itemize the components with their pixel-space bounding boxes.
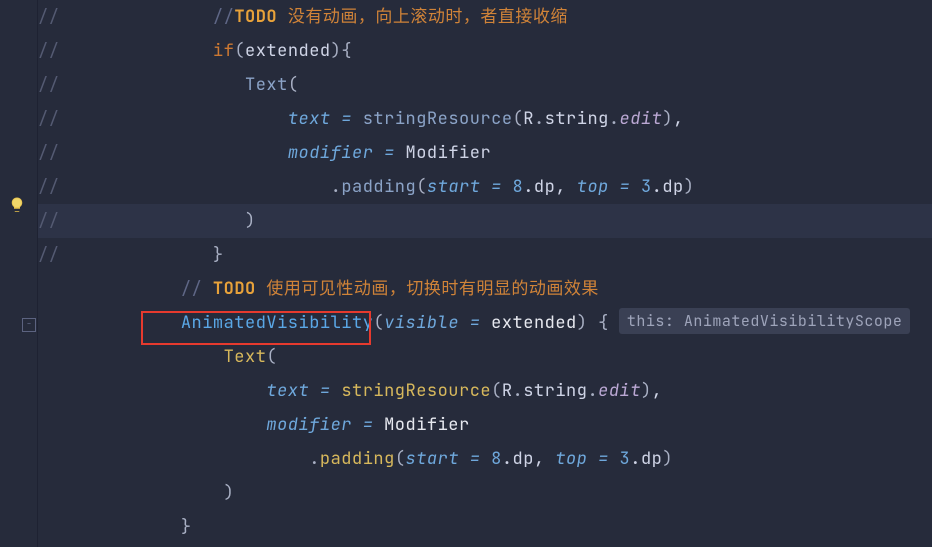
code-line: // //TODO 没有动画，向上滚动时，者直接收缩 <box>38 0 932 34</box>
code-editor[interactable]: − // //TODO 没有动画，向上滚动时，者直接收缩 // if(exten… <box>0 0 932 547</box>
code-line: AnimatedVisibility(visible = extended) {… <box>38 306 932 340</box>
code-line: // TODO 使用可见性动画，切换时有明显的动画效果 <box>38 272 932 306</box>
code-line: .padding(start = 8.dp, top = 3.dp) <box>38 442 932 476</box>
inlay-hint: this: AnimatedVisibilityScope <box>619 308 911 334</box>
code-line: // if(extended){ <box>38 34 932 68</box>
code-line: // ) <box>38 204 932 238</box>
code-area[interactable]: // //TODO 没有动画，向上滚动时，者直接收缩 // if(extende… <box>38 0 932 547</box>
lightbulb-icon[interactable] <box>8 196 26 214</box>
code-line: } <box>38 510 932 544</box>
code-line: // Text( <box>38 68 932 102</box>
code-line: // modifier = Modifier <box>38 136 932 170</box>
code-line: ) <box>38 476 932 510</box>
editor-gutter: − <box>0 0 38 547</box>
code-line: Text( <box>38 340 932 374</box>
code-line: // } <box>38 238 932 272</box>
code-line: // .padding(start = 8.dp, top = 3.dp) <box>38 170 932 204</box>
code-line: // text = stringResource(R.string.edit), <box>38 102 932 136</box>
code-line: modifier = Modifier <box>38 408 932 442</box>
code-line: text = stringResource(R.string.edit), <box>38 374 932 408</box>
fold-minus-icon[interactable]: − <box>22 318 36 332</box>
